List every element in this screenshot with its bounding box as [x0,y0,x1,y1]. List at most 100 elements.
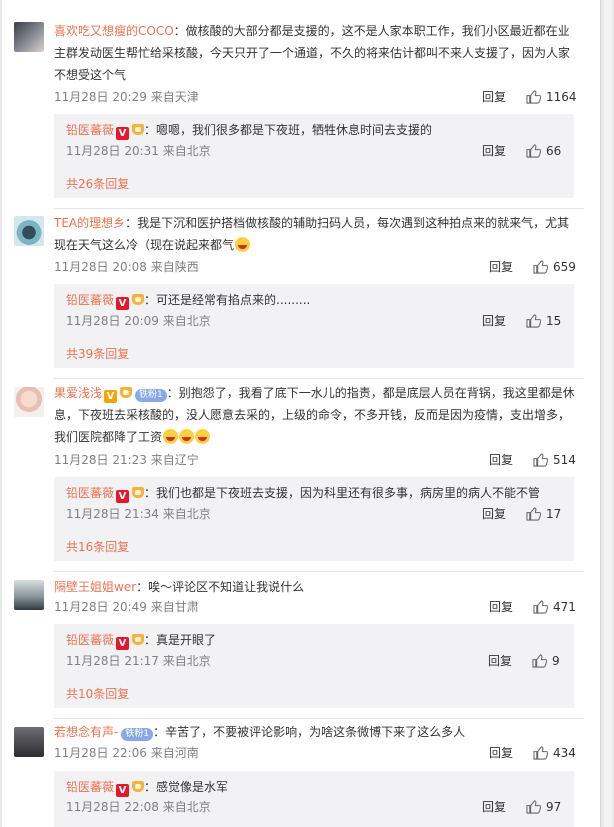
reply-box: 铅医蕃薇 V ：嗯嗯，我们很多都是下夜班，牺牲休息时间去支援的 11月28日 20:… [54,114,574,198]
reply-button[interactable]: 回复 [482,142,506,160]
reply-username[interactable]: 铅医蕃薇 [66,486,114,500]
crown-icon [132,634,145,645]
thumbs-up-icon [533,453,548,467]
v-badge-icon: V [116,784,130,797]
reply-meta: 11月28日 21:17 来自北京 [66,654,211,668]
avatar[interactable] [14,580,44,610]
reply-meta: 11月28日 22:08 来自北京 [66,800,211,814]
comment-text: 果爱浅浅 V 铁粉1 ：别抱怨了，我看了底下一水儿的指责，都是底层人员在背锅，我这里都… [54,386,575,444]
scrollbar-thumb[interactable] [604,0,612,827]
like-count: 514 [553,453,576,467]
more-replies-link[interactable]: 共39条回复 [66,345,129,363]
reply-username[interactable]: 铅医蕃薇 [66,123,114,137]
left-border [0,0,2,827]
comment-username[interactable]: 隔壁王姐姐wer [54,580,136,594]
reply-box: 铅医蕃薇 V ：我们也都是下夜班去支援，因为科里还有很多事，病房里的病人不能不管 1… [54,477,574,561]
comment-meta: 11月28日 22:06 来自河南 [54,746,199,760]
like-button[interactable]: 514 [533,451,576,469]
reply-text: 铅医蕃薇 V ：可还是经常有掐点来的......... [66,293,311,310]
reply-text: 铅医蕃薇 V ：真是开眼了 [66,633,217,650]
reply-button[interactable]: 回复 [488,652,512,670]
like-button[interactable]: 471 [533,598,576,616]
reply-button[interactable]: 回复 [489,258,513,276]
v-badge-icon: V [104,390,118,403]
thumbs-up-icon [526,144,541,158]
v-badge-icon: V [116,490,130,503]
comment-username[interactable]: TEA的理想乡 [54,216,125,230]
reply-username[interactable]: 铅医蕃薇 [66,293,114,307]
thumbs-up-icon [526,314,541,328]
like-button[interactable]: 1164 [526,88,577,106]
divider [54,571,584,572]
fans-badge: 铁粉1 [121,728,154,741]
comment-text: 若想念有声- 铁粉1 ：辛苦了，不要被评论影响，为啥这条微博下来了这么多人 [54,725,466,741]
reply-button[interactable]: 回复 [489,744,513,762]
avatar[interactable] [14,22,44,52]
more-replies-link[interactable]: 共10条回复 [66,685,129,703]
reply-box: 铅医蕃薇 V ：可还是经常有掐点来的......... 11月28日 20:09 来… [54,284,574,368]
crown-icon [132,294,145,305]
comment-text: 隔壁王姐姐wer：唉～评论区不知道让我说什么 [54,580,305,594]
like-count: 659 [553,260,576,274]
avatar[interactable] [14,216,44,246]
like-button[interactable]: 15 [526,312,561,330]
divider [54,378,584,379]
thumbs-up-icon [532,654,547,668]
reply-button[interactable]: 回复 [482,312,506,330]
thumbs-up-icon [533,600,548,614]
reply-box: 铅医蕃薇 V ：真是开眼了 11月28日 21:17 来自北京 回复 9 共10条回… [54,624,574,708]
crown-icon [120,387,133,398]
reply-button[interactable]: 回复 [482,88,506,106]
like-count: 17 [546,507,562,521]
reply-box: 铅医蕃薇 V ：感觉像是水军 11月28日 22:08 来自北京 回复 97 [54,771,574,827]
laugh-emoji-icon [235,237,251,252]
reply-text: 铅医蕃薇 V ：嗯嗯，我们很多都是下夜班，牺牲休息时间去支援的 [66,123,433,140]
reply-button[interactable]: 回复 [482,798,506,816]
like-button[interactable]: 659 [533,258,576,276]
laugh-emoji-icon [179,429,195,444]
comment-meta: 11月28日 20:29 来自天津 [54,90,199,104]
comment-text: TEA的理想乡：我是下沉和医护搭档做核酸的辅助扫码人员，每次遇到这种拍点来的就来… [54,216,570,252]
like-count: 1164 [546,90,577,104]
avatar[interactable] [14,387,44,417]
scrollbar[interactable] [600,0,614,827]
thumbs-up-icon [526,800,541,814]
comment-username[interactable]: 喜欢吃又想瘦的COCO [54,24,174,38]
comment-username[interactable]: 若想念有声- [54,725,118,739]
comment-username[interactable]: 果爱浅浅 [54,386,102,400]
reply-text: 铅医蕃薇 V ：我们也都是下夜班去支援，因为科里还有很多事，病房里的病人不能不管 [66,486,541,503]
reply-username[interactable]: 铅医蕃薇 [66,780,114,794]
v-badge-icon: V [116,637,130,650]
more-replies-link[interactable]: 共26条回复 [66,175,129,193]
laugh-emoji-icon [163,429,179,444]
reply-username[interactable]: 铅医蕃薇 [66,633,114,647]
thumbs-up-icon [533,260,548,274]
like-count: 66 [546,144,562,158]
avatar[interactable] [14,727,44,757]
reply-text: 铅医蕃薇 V ：感觉像是水军 [66,780,229,797]
divider [54,718,584,719]
thumbs-up-icon [526,90,541,104]
divider [54,208,584,209]
reply-button[interactable]: 回复 [489,451,513,469]
reply-button[interactable]: 回复 [489,598,513,616]
laugh-emoji-icon [195,429,211,444]
like-button[interactable]: 9 [532,652,560,670]
comment-meta: 11月28日 20:08 来自陕西 [54,260,199,274]
like-count: 15 [546,314,562,328]
reply-button[interactable]: 回复 [482,505,506,523]
like-button[interactable]: 66 [526,142,561,160]
like-count: 471 [553,600,576,614]
like-button[interactable]: 17 [526,505,561,523]
comment-meta: 11月28日 20:49 来自甘肃 [54,600,199,614]
crown-icon [132,487,145,498]
fans-badge: 铁粉1 [135,389,167,402]
more-replies-link[interactable]: 共16条回复 [66,538,129,556]
like-button[interactable]: 97 [526,798,561,816]
v-badge-icon: V [116,297,130,310]
reply-meta: 11月28日 21:34 来自北京 [66,507,211,521]
crown-icon [132,124,145,135]
v-badge-icon: V [116,127,130,140]
like-button[interactable]: 434 [533,744,576,762]
reply-meta: 11月28日 20:09 来自北京 [66,314,211,328]
